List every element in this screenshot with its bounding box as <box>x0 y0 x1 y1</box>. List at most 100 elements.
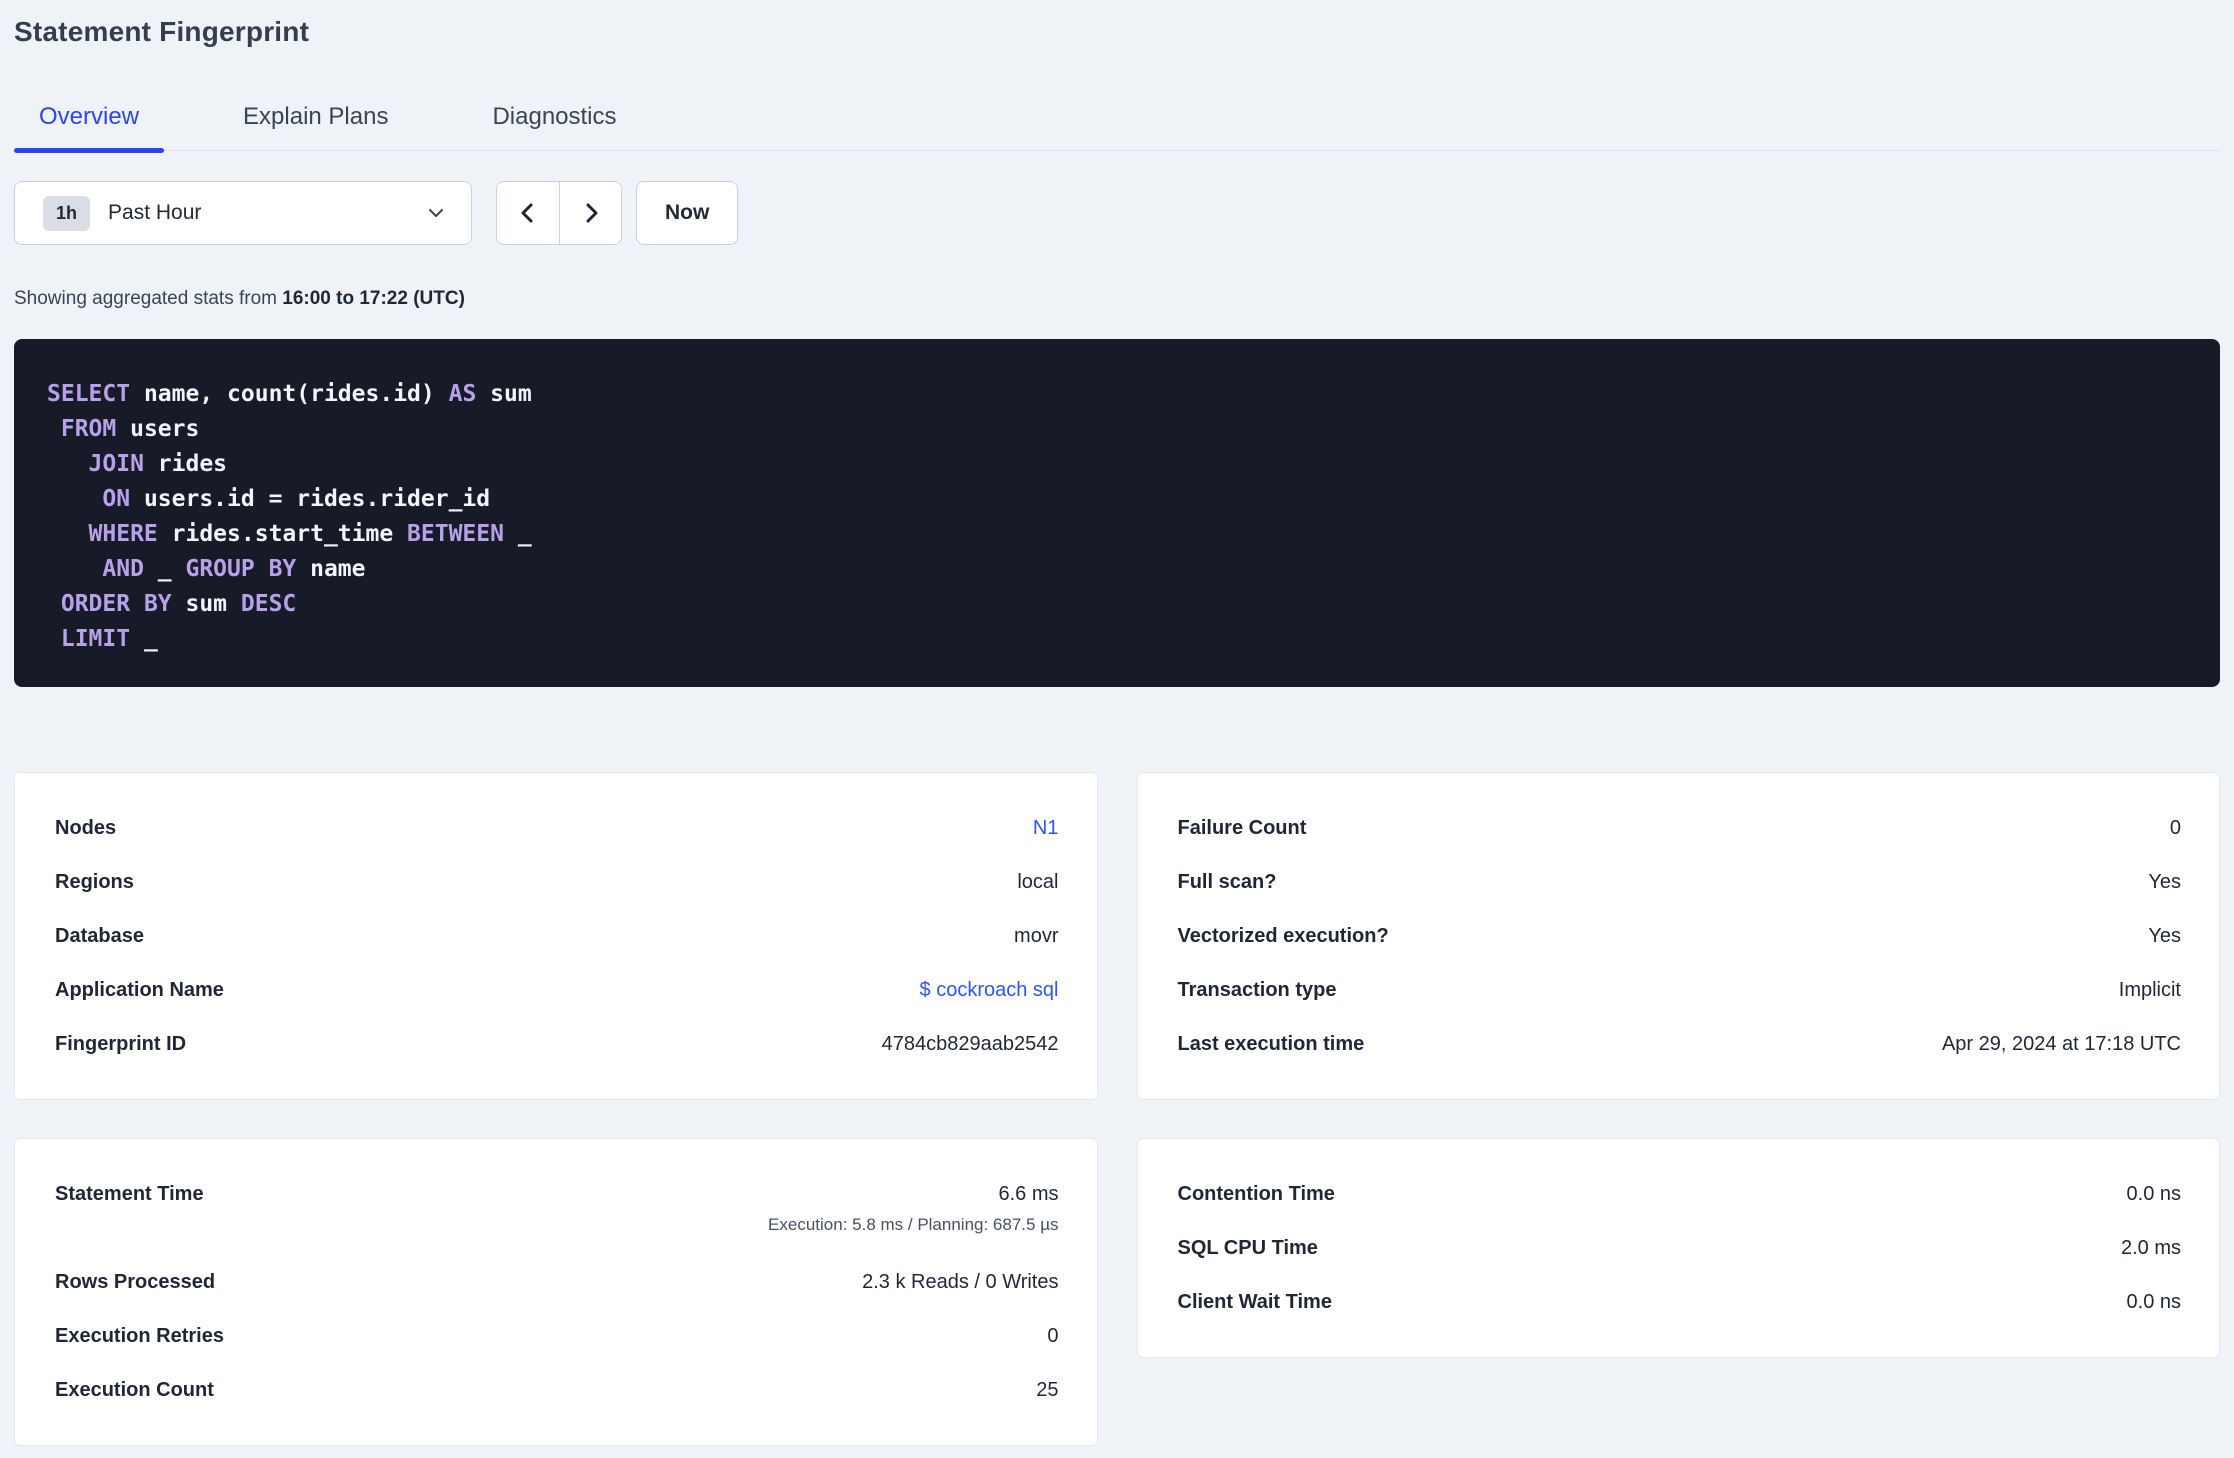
sql-keyword: LIMIT <box>60 626 131 652</box>
sql-line: ON users.id = rides.rider_id <box>47 482 2187 517</box>
stat-value: local <box>1017 871 1059 893</box>
stat-label: Client Wait Time <box>1177 1291 1332 1313</box>
now-button[interactable]: Now <box>636 181 739 245</box>
interval-arrow-group <box>496 181 622 245</box>
statement-fingerprint-page: Statement Fingerprint Overview Explain P… <box>0 14 2234 1446</box>
stat-label: Application Name <box>55 979 224 1001</box>
sql-keyword: WHERE <box>88 521 158 547</box>
sql-text: sum <box>171 591 241 617</box>
stat-label: Failure Count <box>1177 817 1307 839</box>
stat-value-wrap: 6.6 ms Execution: 5.8 ms / Planning: 687.… <box>768 1177 1058 1239</box>
stat-value-wrap: 0.0 ns <box>2127 1177 2181 1211</box>
tab-explain-plans[interactable]: Explain Plans <box>218 102 413 150</box>
tab-diagnostics[interactable]: Diagnostics <box>467 102 641 150</box>
stat-value: 0 <box>1047 1325 1059 1347</box>
stat-label: Nodes <box>55 817 117 839</box>
stat-subvalue: Execution: 5.8 ms / Planning: 687.5 µs <box>768 1215 1059 1234</box>
stat-row: Application Name $ cockroach sql <box>55 963 1059 1017</box>
sql-text: _ <box>143 556 186 582</box>
stat-value-wrap: Yes <box>2148 865 2181 899</box>
sql-keyword: GROUP BY <box>185 556 297 582</box>
interval-label: Past Hour <box>108 201 202 224</box>
sql-keyword: ON <box>102 486 131 512</box>
chevron-down-icon <box>429 209 443 217</box>
stat-value-wrap: 0.0 ns <box>2127 1285 2181 1319</box>
stat-value: 6.6 ms <box>998 1183 1059 1205</box>
tab-overview[interactable]: Overview <box>14 102 165 153</box>
sql-line: JOIN rides <box>47 447 2187 482</box>
stat-row: Last execution time Apr 29, 2024 at 17:18… <box>1178 1017 2182 1071</box>
aggregated-stats-summary: Showing aggregated stats from 16:00 to 1… <box>14 287 2220 311</box>
stat-row: Database movr <box>55 909 1059 963</box>
sql-line: LIMIT _ <box>47 622 2187 657</box>
stat-value: Yes <box>2148 871 2181 893</box>
stat-row: Rows Processed 2.3 k Reads / 0 Writes <box>55 1255 1059 1309</box>
sql-keyword: DESC <box>240 591 297 617</box>
stat-value-link[interactable]: N1 <box>1033 811 1059 845</box>
sql-text: users.id = rides.rider_id <box>130 486 491 512</box>
interval-badge: 1h <box>43 195 91 231</box>
stat-value: 2.3 k Reads / 0 Writes <box>862 1271 1059 1293</box>
statement-details-card-right: Failure Count 0 Full scan? Yes Vectorized ex… <box>1136 772 2220 1100</box>
page-title: Statement Fingerprint <box>14 16 310 47</box>
execution-stats-card-left: Statement Time 6.6 ms Execution: 5.8 ms / … <box>14 1138 1098 1446</box>
stat-label: Database <box>55 925 144 947</box>
stat-value-link[interactable]: $ cockroach sql <box>920 973 1059 1007</box>
sql-text: name <box>296 556 366 582</box>
stat-row: Execution Count 25 <box>55 1363 1059 1417</box>
stat-value-wrap: N1 <box>1033 811 1059 845</box>
stat-value-wrap: 0 <box>2170 811 2181 845</box>
stat-value-wrap: Apr 29, 2024 at 17:18 UTC <box>1942 1027 2181 1061</box>
stat-row: Vectorized execution? Yes <box>1178 909 2182 963</box>
stat-row: Fingerprint ID 4784cb829aab2542 <box>55 1017 1059 1071</box>
sql-keyword: ORDER BY <box>60 591 172 617</box>
stat-label: Rows Processed <box>55 1271 216 1293</box>
stat-label: Full scan? <box>1177 871 1277 893</box>
stat-value-wrap: 2.0 ms <box>2121 1231 2181 1265</box>
stat-row: Transaction type Implicit <box>1178 963 2182 1017</box>
stat-row: Statement Time 6.6 ms Execution: 5.8 ms / … <box>55 1167 1059 1255</box>
stat-row: Nodes N1 <box>55 801 1059 855</box>
stat-label: Contention Time <box>1177 1183 1335 1205</box>
stat-row: Failure Count 0 <box>1178 801 2182 855</box>
sql-text: _ <box>130 626 158 652</box>
stat-value-wrap: 4784cb829aab2542 <box>882 1027 1059 1061</box>
stat-value-wrap: $ cockroach sql <box>920 973 1059 1007</box>
sql-keyword: SELECT <box>47 381 131 407</box>
sql-line: WHERE rides.start_time BETWEEN _ <box>47 517 2187 552</box>
next-interval-button[interactable] <box>559 182 621 244</box>
stats-summary-prefix: Showing aggregated stats from <box>14 288 283 309</box>
time-controls: 1h Past Hour Now <box>14 181 2220 245</box>
sql-text: rides.start_time <box>157 521 408 547</box>
stat-label: Fingerprint ID <box>55 1033 187 1055</box>
stat-value-wrap: 2.3 k Reads / 0 Writes <box>862 1265 1058 1299</box>
stats-summary-range: 16:00 to 17:22 (UTC) <box>282 288 465 309</box>
sql-keyword: FROM <box>60 416 117 442</box>
sql-keyword: BETWEEN <box>407 521 504 547</box>
stat-value-wrap: movr <box>1014 919 1058 953</box>
stat-value: Yes <box>2148 925 2181 947</box>
execution-stats-card-right: Contention Time 0.0 ns SQL CPU Time 2.0 ms C… <box>1136 1138 2220 1358</box>
chevron-left-icon <box>521 203 533 223</box>
stat-value-wrap: Implicit <box>2119 973 2181 1007</box>
stat-label: Execution Retries <box>55 1325 224 1347</box>
stat-value: 25 <box>1036 1379 1059 1401</box>
sql-line: FROM users <box>47 412 2187 447</box>
tab-bar: Overview Explain Plans Diagnostics <box>14 102 2220 153</box>
stat-label: Vectorized execution? <box>1177 925 1389 947</box>
stat-row: Client Wait Time 0.0 ns <box>1178 1275 2182 1329</box>
stat-label: SQL CPU Time <box>1177 1237 1318 1259</box>
stat-label: Last execution time <box>1177 1033 1365 1055</box>
time-interval-dropdown[interactable]: 1h Past Hour <box>14 181 472 245</box>
stat-value: movr <box>1014 925 1059 947</box>
previous-interval-button[interactable] <box>497 182 559 244</box>
stat-value-wrap: Yes <box>2148 919 2181 953</box>
sql-line: AND _ GROUP BY name <box>47 552 2187 587</box>
stat-value-wrap: 0 <box>1047 1319 1058 1353</box>
statement-details-card-left: Nodes N1 Regions local Database movr Applicati… <box>14 772 1098 1100</box>
